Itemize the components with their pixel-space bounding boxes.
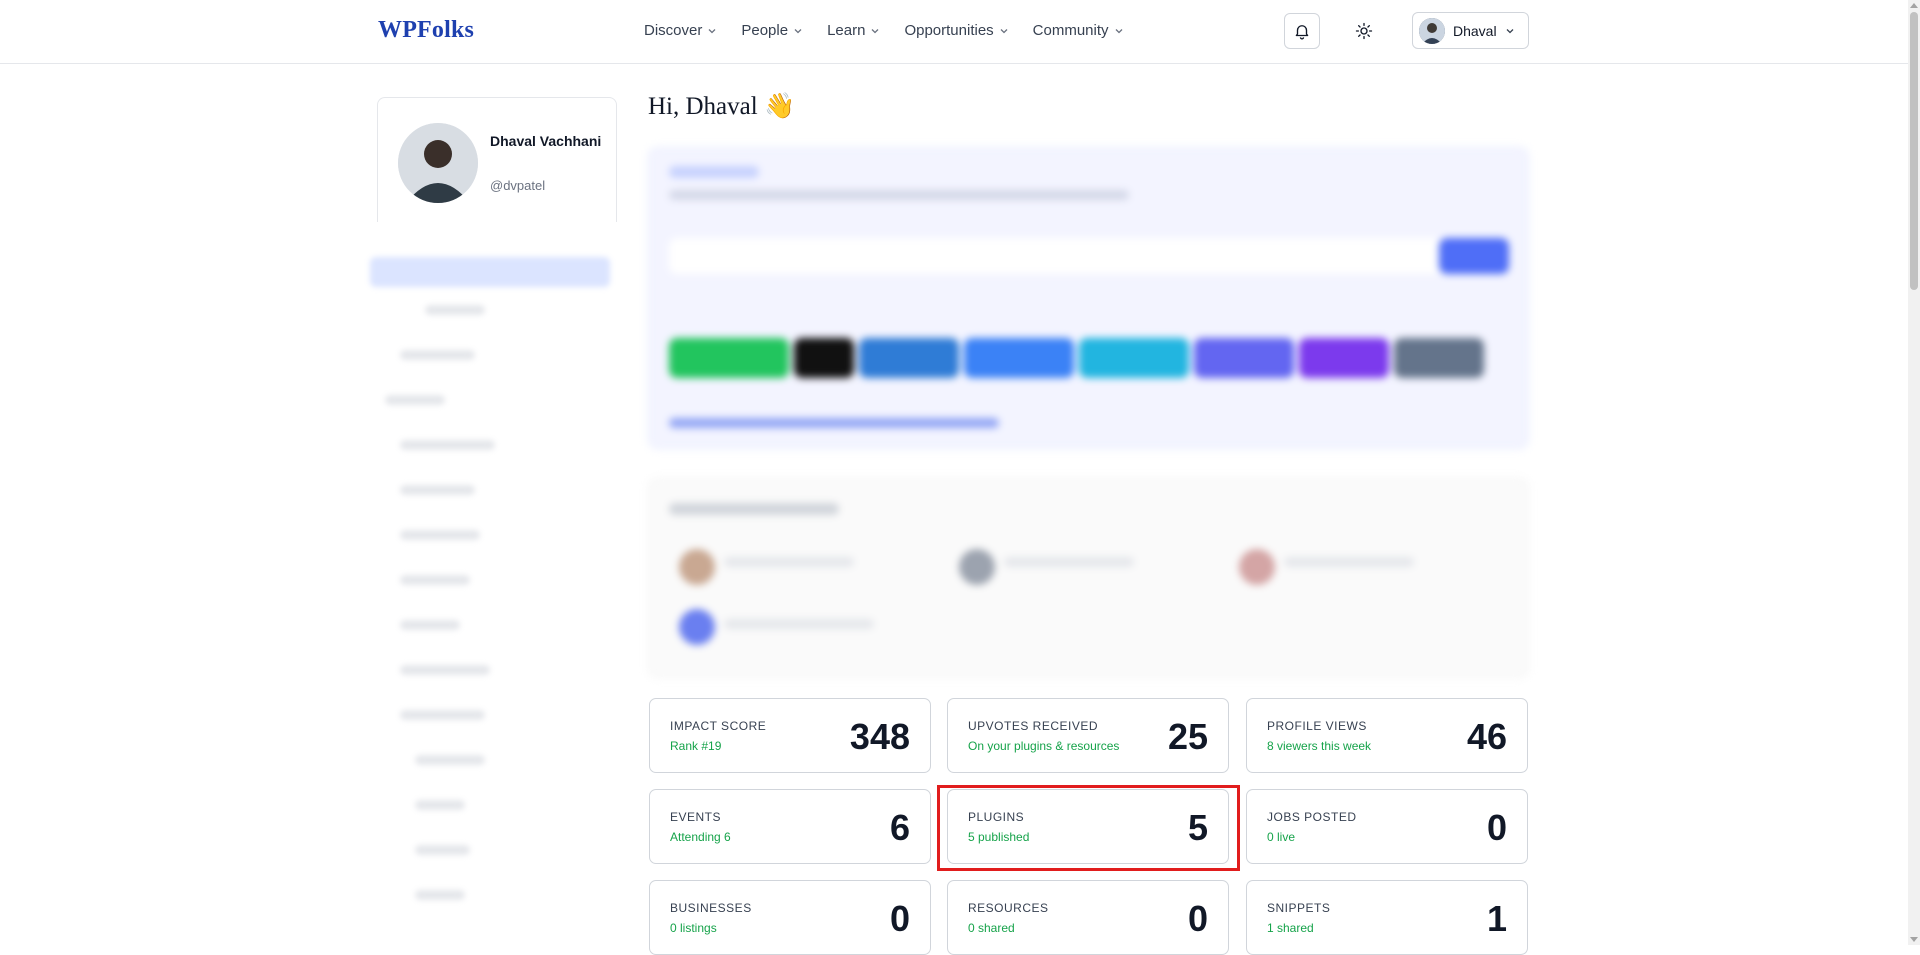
stat-subtext: 0 shared bbox=[968, 921, 1015, 935]
notifications-button[interactable] bbox=[1284, 13, 1320, 49]
stat-value: 1 bbox=[1486, 898, 1507, 939]
profile-handle: @dvpatel bbox=[490, 178, 546, 193]
stat-value: 25 bbox=[1167, 716, 1208, 757]
stat-label: IMPACT SCORE bbox=[670, 719, 767, 733]
nav-label: Discover bbox=[644, 22, 703, 39]
stat-subtext: On your plugins & resources bbox=[968, 739, 1120, 753]
highlight-box bbox=[937, 785, 1240, 871]
nav-opportunities[interactable]: Opportunities bbox=[904, 22, 1008, 39]
nav-people[interactable]: People bbox=[741, 22, 803, 39]
top-header: WPFolks Discover People Learn Opportunit… bbox=[0, 0, 1908, 64]
stat-subtext: 1 shared bbox=[1267, 921, 1314, 935]
stat-card-upvotes[interactable]: UPVOTES RECEIVED On your plugins & resou… bbox=[947, 698, 1229, 773]
blurred-content-panel bbox=[648, 478, 1529, 678]
avatar bbox=[1419, 17, 1445, 44]
scroll-down-arrow[interactable] bbox=[1910, 937, 1918, 942]
stat-label: BUSINESSES bbox=[670, 901, 752, 915]
chevron-down-icon bbox=[871, 28, 879, 33]
scroll-up-arrow[interactable] bbox=[1910, 3, 1918, 8]
stat-value: 0 bbox=[889, 898, 910, 939]
bell-icon bbox=[1295, 25, 1309, 40]
stat-subtext: 0 listings bbox=[670, 921, 717, 935]
chevron-down-icon bbox=[794, 28, 802, 33]
avatar[interactable] bbox=[398, 123, 478, 203]
sidebar-nav-blurred bbox=[370, 235, 620, 945]
nav-label: Opportunities bbox=[904, 22, 994, 39]
main-nav: Discover People Learn Opportunities Comm… bbox=[644, 22, 1124, 39]
blurred-content-panel bbox=[648, 147, 1529, 449]
stat-card-impact-score[interactable]: IMPACT SCORE Rank #19 348 bbox=[649, 698, 931, 773]
stat-card-events[interactable]: EVENTS Attending 6 6 bbox=[649, 789, 931, 864]
stat-subtext: Rank #19 bbox=[670, 739, 722, 753]
stat-label: UPVOTES RECEIVED bbox=[968, 719, 1099, 733]
stat-value: 0 bbox=[1486, 807, 1507, 848]
chevron-down-icon bbox=[1115, 28, 1122, 33]
stat-label: SNIPPETS bbox=[1267, 901, 1331, 915]
user-menu-button[interactable]: Dhaval bbox=[1412, 12, 1529, 49]
chevron-down-icon bbox=[1000, 28, 1008, 33]
stat-label: JOBS POSTED bbox=[1267, 810, 1357, 824]
stat-subtext: 0 live bbox=[1267, 830, 1296, 844]
page-scrollbar[interactable] bbox=[1908, 0, 1920, 945]
sun-icon bbox=[1355, 22, 1373, 40]
chevron-down-icon bbox=[1506, 28, 1514, 33]
page-greeting: Hi, Dhaval 👋 bbox=[648, 93, 796, 120]
nav-discover[interactable]: Discover bbox=[644, 22, 717, 39]
stat-label: EVENTS bbox=[670, 810, 722, 824]
nav-label: Community bbox=[1032, 22, 1109, 39]
nav-label: Learn bbox=[827, 22, 866, 39]
stat-value: 6 bbox=[889, 807, 910, 848]
stat-label: PROFILE VIEWS bbox=[1267, 719, 1367, 733]
site-logo[interactable]: WPFolks bbox=[378, 17, 474, 44]
stat-value: 0 bbox=[1187, 898, 1208, 939]
nav-label: People bbox=[741, 22, 789, 39]
stat-card-jobs-posted[interactable]: JOBS POSTED 0 live 0 bbox=[1246, 789, 1528, 864]
stat-subtext: 8 viewers this week bbox=[1267, 739, 1372, 753]
stat-card-snippets[interactable]: SNIPPETS 1 shared 1 bbox=[1246, 880, 1528, 955]
stat-card-resources[interactable]: RESOURCES 0 shared 0 bbox=[947, 880, 1229, 955]
profile-card: Dhaval Vachhani @dvpatel bbox=[377, 97, 617, 222]
stat-card-businesses[interactable]: BUSINESSES 0 listings 0 bbox=[649, 880, 931, 955]
chevron-down-icon bbox=[708, 28, 716, 33]
scroll-thumb[interactable] bbox=[1910, 12, 1918, 290]
user-name: Dhaval bbox=[1453, 22, 1497, 39]
stat-value: 46 bbox=[1466, 716, 1507, 757]
theme-toggle-button[interactable] bbox=[1352, 19, 1376, 43]
stat-value: 348 bbox=[849, 716, 910, 757]
nav-community[interactable]: Community bbox=[1033, 22, 1124, 39]
profile-name[interactable]: Dhaval Vachhani bbox=[490, 129, 610, 153]
stat-label: RESOURCES bbox=[968, 901, 1049, 915]
stat-card-profile-views[interactable]: PROFILE VIEWS 8 viewers this week 46 bbox=[1246, 698, 1528, 773]
stat-subtext: Attending 6 bbox=[670, 830, 731, 844]
nav-learn[interactable]: Learn bbox=[827, 22, 880, 39]
